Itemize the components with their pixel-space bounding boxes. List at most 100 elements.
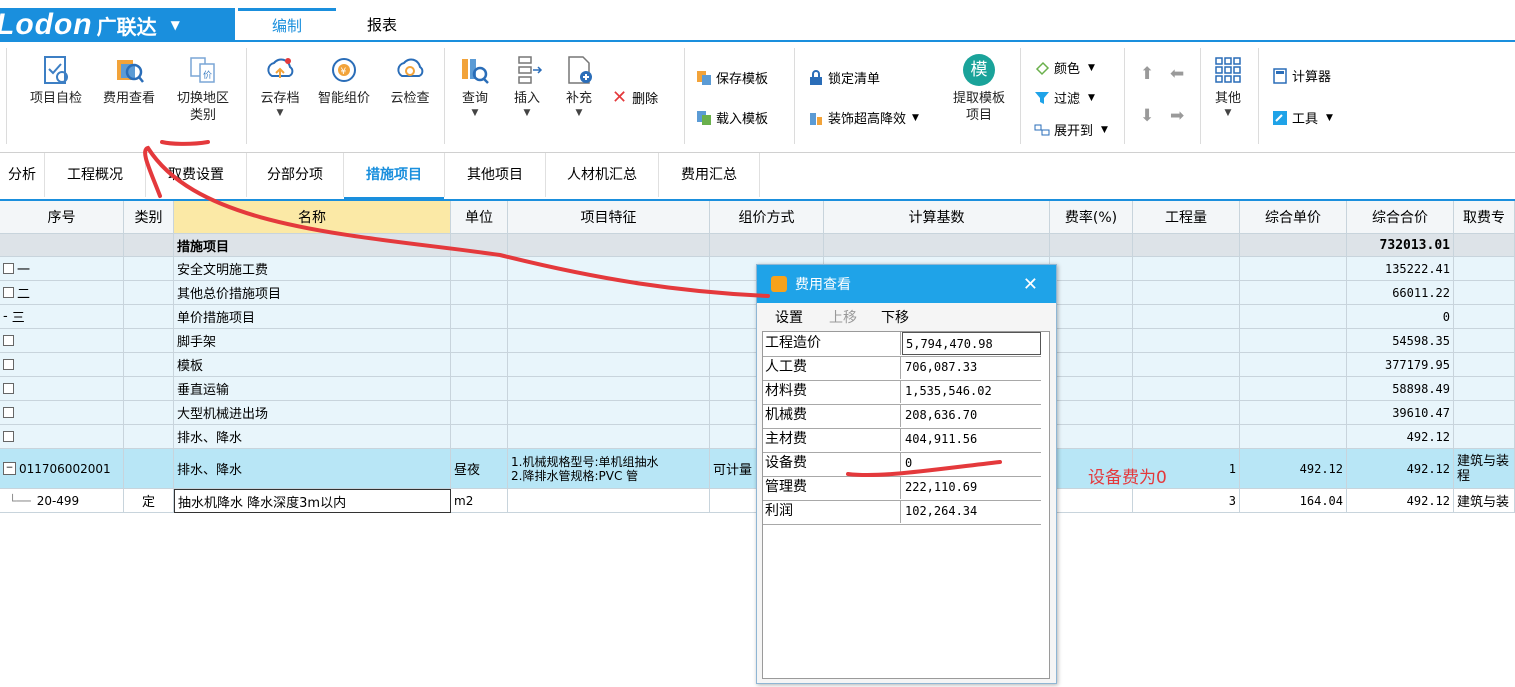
tab-other-items[interactable]: 其他项目 [445, 153, 546, 197]
supplement-button[interactable]: 补充 ▼ [556, 54, 602, 118]
fee-row[interactable]: 管理费 222,110.69 [763, 476, 1041, 501]
settings-button[interactable]: 设置 [775, 307, 803, 327]
move-up-button[interactable]: 上移 [829, 307, 857, 327]
tree-toggle-icon[interactable] [3, 431, 14, 442]
smart-pricing-button[interactable]: ¥ 智能组价 [312, 54, 376, 108]
caret-down-icon: ▼ [1101, 124, 1108, 135]
fee-label: 主材费 [763, 428, 901, 451]
app-logo-menu[interactable]: Lodon 广联达 ▼ [0, 8, 235, 42]
cell-feature: 1.机械规格型号:单机组抽水 2.降排水管规格:PVC 管 [508, 449, 710, 489]
col-header-price[interactable]: 综合单价 [1240, 201, 1347, 234]
arrow-down-icon[interactable]: ⬇ [1140, 106, 1154, 126]
tab-materials-summary[interactable]: 人材机汇总 [546, 153, 659, 197]
cloud-check-button[interactable]: 云检查 [384, 54, 436, 108]
cell-feature [508, 489, 710, 513]
tab-analysis[interactable]: 分析 [0, 153, 45, 197]
cell-seq: 一 [0, 257, 124, 281]
app-logo-icon [771, 276, 787, 292]
delete-button[interactable]: ✕ 删除 [612, 87, 658, 108]
cell-total: 66011.22 [1347, 281, 1454, 305]
fee-row[interactable]: 主材费 404,911.56 [763, 428, 1041, 453]
filter-button[interactable]: 过滤 ▼ [1034, 88, 1095, 107]
cell-name-editing[interactable]: 抽水机降水 降水深度3m以内 [174, 489, 451, 513]
col-header-base[interactable]: 计算基数 [824, 201, 1050, 234]
cell-cat [124, 377, 174, 401]
col-header-method[interactable]: 组价方式 [710, 201, 824, 234]
col-header-fee[interactable]: 取费专 [1454, 201, 1515, 234]
tree-toggle-icon[interactable] [3, 383, 14, 394]
cloud-archive-button[interactable]: 云存档 ▼ [254, 54, 306, 118]
cell-feature [508, 281, 710, 305]
color-button[interactable]: 颜色 ▼ [1034, 58, 1095, 77]
col-header-total[interactable]: 综合合价 [1347, 201, 1454, 234]
other-button[interactable]: 其他 ▼ [1206, 54, 1250, 118]
caret-down-icon: ▼ [523, 108, 531, 118]
cell-total: 492.12 [1347, 489, 1454, 513]
close-icon[interactable]: ✕ [1023, 274, 1038, 295]
cell-total: 0 [1347, 305, 1454, 329]
insert-button[interactable]: 插入 ▼ [505, 54, 549, 118]
cell-qty [1133, 305, 1240, 329]
expand-to-button[interactable]: 展开到 ▼ [1034, 120, 1108, 139]
fee-row[interactable]: 人工费 706,087.33 [763, 356, 1041, 381]
tools-button[interactable]: 工具 ▼ [1272, 108, 1333, 127]
move-down-button[interactable]: 下移 [881, 307, 909, 327]
cell-unit [451, 257, 508, 281]
tree-toggle-icon[interactable] [3, 359, 14, 370]
cell-name: 措施项目 [174, 234, 451, 257]
tree-line-icon: - [3, 309, 8, 324]
tree-toggle-icon[interactable] [3, 407, 14, 418]
col-header-feature[interactable]: 项目特征 [508, 201, 710, 234]
calculator-button[interactable]: 计算器 [1272, 66, 1331, 85]
dialog-titlebar[interactable]: 费用查看 ✕ [757, 265, 1056, 303]
menu-tab-edit[interactable]: 编制 [238, 8, 336, 41]
cell-unit: 昼夜 [451, 449, 508, 489]
switch-region-button[interactable]: 价 切换地区 类别 [170, 54, 236, 124]
cell-feature [508, 425, 710, 449]
table-row[interactable]: 措施项目 732013.01 [0, 234, 1515, 257]
menu-tab-report[interactable]: 报表 [344, 10, 420, 40]
calculator-label: 计算器 [1292, 70, 1332, 85]
col-header-seq[interactable]: 序号 [0, 201, 124, 234]
col-header-rate[interactable]: 费率(%) [1050, 201, 1133, 234]
col-header-qty[interactable]: 工程量 [1133, 201, 1240, 234]
arrow-right-icon[interactable]: ➡ [1170, 106, 1184, 126]
fee-row[interactable]: 工程造价 5,794,470.98 [763, 332, 1041, 357]
extract-template-label2: 项目 [965, 108, 992, 123]
save-template-button[interactable]: 保存模板 [696, 68, 768, 87]
load-template-button[interactable]: 载入模板 [696, 108, 768, 127]
col-header-unit[interactable]: 单位 [451, 201, 508, 234]
tree-toggle-icon[interactable] [3, 263, 14, 274]
fee-row[interactable]: 设备费 0 [763, 452, 1041, 477]
fee-row[interactable]: 材料费 1,535,546.02 [763, 380, 1041, 405]
fee-view-icon [113, 54, 145, 86]
tab-fee-summary[interactable]: 费用汇总 [659, 153, 760, 197]
cell-fee [1454, 329, 1515, 353]
tab-fee-settings[interactable]: 取费设置 [146, 153, 247, 197]
lock-list-button[interactable]: 锁定清单 [808, 68, 880, 87]
tree-collapse-icon[interactable]: − [3, 462, 16, 475]
project-selfcheck-button[interactable]: 项目自检 [24, 54, 88, 108]
tab-overview[interactable]: 工程概况 [45, 153, 146, 197]
col-header-name[interactable]: 名称 [174, 201, 451, 234]
fee-row[interactable]: 机械费 208,636.70 [763, 404, 1041, 429]
load-template-label: 载入模板 [716, 112, 769, 127]
logo-text: Lodon [0, 8, 93, 41]
tab-subitems[interactable]: 分部分项 [247, 153, 344, 197]
caret-down-icon: ▼ [471, 108, 479, 118]
tree-toggle-icon[interactable] [3, 335, 14, 346]
arrow-up-icon[interactable]: ⬆ [1140, 64, 1154, 84]
cell-name: 模板 [174, 353, 451, 377]
decoration-efficiency-button[interactable]: 装饰超高降效 ▼ [808, 108, 919, 127]
cell-cat [124, 449, 174, 489]
arrow-left-icon[interactable]: ⬅ [1170, 64, 1184, 84]
tab-measures[interactable]: 措施项目 [344, 153, 445, 199]
cell-unit [451, 305, 508, 329]
fee-view-button[interactable]: 费用查看 [96, 54, 162, 108]
cell-seq: └── 20-499 [0, 489, 124, 513]
extract-template-button[interactable]: 模 提取模板 项目 [946, 54, 1012, 124]
fee-row[interactable]: 利润 102,264.34 [763, 500, 1041, 525]
query-button[interactable]: 查询 ▼ [452, 54, 498, 118]
col-header-cat[interactable]: 类别 [124, 201, 174, 234]
tree-toggle-icon[interactable] [3, 287, 14, 298]
